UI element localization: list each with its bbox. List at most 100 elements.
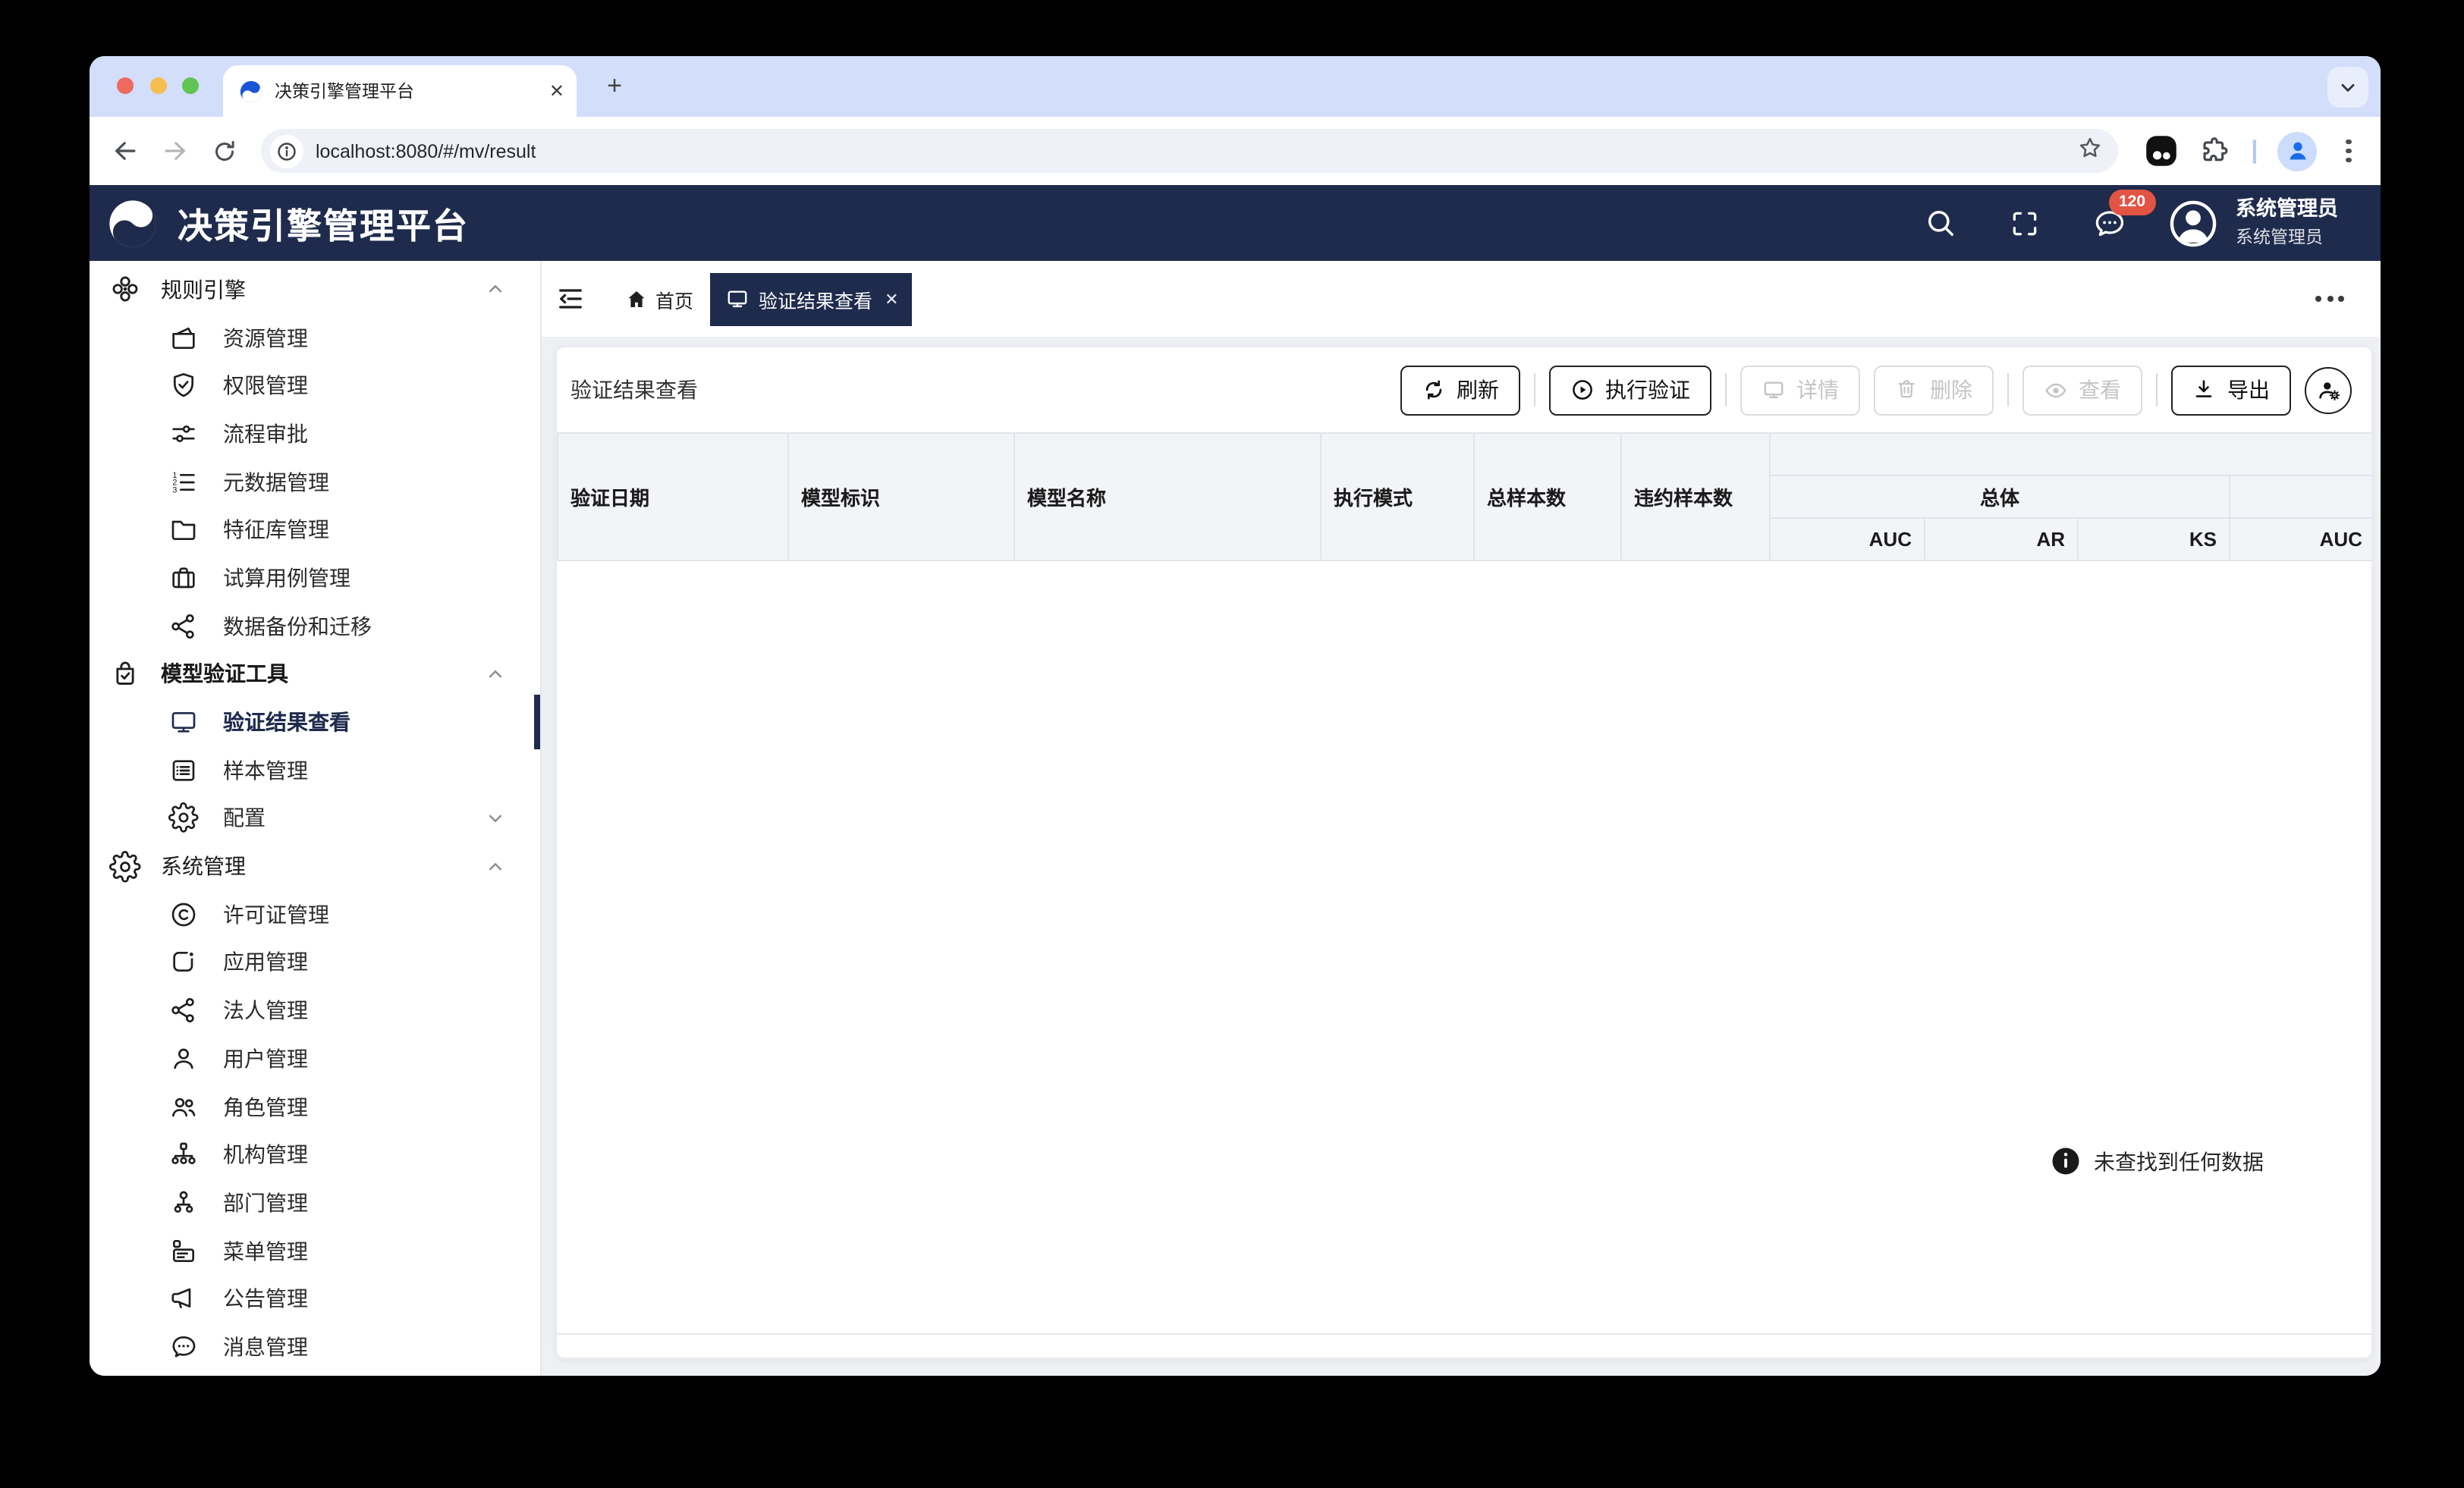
- button-divider: [2156, 373, 2158, 407]
- close-tab-icon[interactable]: ✕: [885, 289, 898, 309]
- breadcrumb-home[interactable]: 首页: [625, 284, 693, 313]
- reload-icon[interactable]: [205, 131, 244, 171]
- user-info[interactable]: 系统管理员 系统管理员: [2236, 197, 2338, 250]
- active-tab-label: 验证结果查看: [759, 284, 872, 313]
- tab-close-icon[interactable]: ✕: [549, 80, 564, 102]
- new-tab-button[interactable]: +: [596, 68, 633, 105]
- sidebar-item-1-0[interactable]: 验证结果查看: [90, 698, 540, 746]
- chevron-up-icon[interactable]: [484, 855, 507, 877]
- collapse-sidebar-icon[interactable]: [555, 284, 586, 314]
- url-text: localhost:8080/#/mv/result: [316, 140, 2077, 162]
- browser-toolbar: localhost:8080/#/mv/result: [90, 117, 2381, 185]
- org-tree-icon: [168, 1139, 199, 1169]
- sidebar-item-0-6[interactable]: 数据备份和迁移: [90, 602, 540, 650]
- gear-icon: [168, 803, 199, 833]
- sidebar-item-2-8[interactable]: 公告管理: [90, 1275, 540, 1323]
- extension-shortcut-icon[interactable]: [2142, 132, 2180, 170]
- col-header-total-samples[interactable]: 总样本数: [1474, 433, 1621, 560]
- extensions-puzzle-icon[interactable]: [2198, 134, 2232, 168]
- user-settings-button[interactable]: [2305, 366, 2352, 413]
- search-icon[interactable]: [1922, 205, 1958, 241]
- empty-state: 未查找到任何数据: [2050, 1145, 2264, 1177]
- bag-check-icon: [109, 658, 141, 690]
- empty-state-text: 未查找到任何数据: [2094, 1146, 2264, 1176]
- col-header-auc[interactable]: AUC: [1770, 518, 1925, 560]
- col-header-default-samples[interactable]: 违约样本数: [1621, 433, 1770, 560]
- svg-text:3: 3: [172, 485, 177, 494]
- browser-menu-icon[interactable]: [2335, 134, 2362, 168]
- sidebar-group-label: 系统管理: [161, 851, 246, 881]
- tab-validation-results[interactable]: 验证结果查看 ✕: [710, 272, 912, 325]
- sidebar-item-0-2[interactable]: 流程审批: [90, 410, 540, 457]
- bookmark-star-icon[interactable]: [2077, 134, 2103, 168]
- sidebar-item-2-2[interactable]: 法人管理: [90, 987, 540, 1034]
- sidebar-group-2[interactable]: 系统管理: [90, 843, 540, 890]
- sidebar-item-2-0[interactable]: 许可证管理: [90, 890, 540, 938]
- col-header-ar[interactable]: AR: [1925, 518, 2078, 560]
- chevron-up-icon[interactable]: [484, 663, 507, 686]
- user-avatar[interactable]: [2167, 198, 2217, 248]
- export-button[interactable]: 导出: [2171, 365, 2291, 415]
- tab-search-button[interactable]: [2327, 67, 2368, 108]
- delete-button[interactable]: 删除: [1874, 365, 1994, 415]
- run-validation-button[interactable]: 执行验证: [1549, 365, 1711, 415]
- panel-toolbar: 验证结果查看 刷新 执行验证: [557, 347, 2371, 432]
- sidebar-item-0-5[interactable]: 试算用例管理: [90, 554, 540, 601]
- sidebar-item-label: 部门管理: [223, 1188, 308, 1218]
- user-gear-icon: [2315, 376, 2342, 403]
- sidebar-item-0-4[interactable]: 特征库管理: [90, 506, 540, 554]
- sidebar-item-1-1[interactable]: 样本管理: [90, 746, 540, 794]
- sidebar-item-0-0[interactable]: 资源管理: [90, 313, 540, 361]
- site-info-icon[interactable]: [270, 134, 303, 168]
- messages-button[interactable]: 120: [2092, 205, 2128, 241]
- app-logo: [106, 196, 159, 250]
- monitor-icon: [168, 707, 199, 737]
- content-panel: 验证结果查看 刷新 执行验证: [555, 346, 2373, 1359]
- col-header-model-id[interactable]: 模型标识: [788, 433, 1014, 560]
- sidebar-item-label: 试算用例管理: [223, 563, 350, 593]
- more-actions-icon[interactable]: [2315, 296, 2344, 302]
- col-header-auc-2[interactable]: AUC: [2230, 518, 2373, 560]
- close-window-button[interactable]: [117, 77, 134, 94]
- detail-button[interactable]: 详情: [1740, 365, 1860, 415]
- gear-icon: [109, 850, 141, 882]
- sidebar-item-2-9[interactable]: 消息管理: [90, 1323, 540, 1370]
- sidebar-item-2-3[interactable]: 用户管理: [90, 1034, 540, 1082]
- minimize-window-button[interactable]: [150, 77, 167, 94]
- col-header-model-name[interactable]: 模型名称: [1014, 433, 1321, 560]
- fullscreen-icon[interactable]: [2007, 205, 2043, 241]
- forward-icon[interactable]: [155, 131, 194, 171]
- menu-card-icon: [168, 1235, 199, 1266]
- main-area: 首页 验证结果查看 ✕ 验证结果查看: [542, 261, 2381, 1376]
- sidebar-item-2-7[interactable]: 菜单管理: [90, 1227, 540, 1275]
- chevron-down-icon[interactable]: [484, 807, 507, 830]
- app-header: 决策引擎管理平台 120 系统管: [90, 185, 2381, 261]
- view-button[interactable]: 查看: [2022, 365, 2142, 415]
- sidebar-item-2-4[interactable]: 角色管理: [90, 1082, 540, 1130]
- refresh-button[interactable]: 刷新: [1400, 365, 1520, 415]
- zoom-window-button[interactable]: [182, 77, 199, 94]
- sidebar-item-label: 机构管理: [223, 1139, 308, 1169]
- sidebar-item-0-3[interactable]: 123元数据管理: [90, 458, 540, 506]
- back-icon[interactable]: [105, 131, 144, 171]
- browser-profile-avatar[interactable]: [2277, 131, 2317, 171]
- info-icon: [2050, 1145, 2082, 1177]
- sidebar-group-label: 模型验证工具: [161, 659, 288, 689]
- sidebar-item-1-2[interactable]: 配置: [90, 794, 540, 842]
- sidebar-item-2-1[interactable]: 应用管理: [90, 938, 540, 986]
- col-header-exec-mode[interactable]: 执行模式: [1321, 433, 1474, 560]
- sidebar-item-0-1[interactable]: 权限管理: [90, 362, 540, 410]
- sidebar-item-label: 应用管理: [223, 947, 308, 978]
- sidebar-item-2-6[interactable]: 部门管理: [90, 1179, 540, 1226]
- sidebar-item-label: 数据备份和迁移: [223, 611, 372, 641]
- sidebar-group-0[interactable]: 规则引擎: [90, 265, 540, 313]
- sidebar-group-1[interactable]: 模型验证工具: [90, 650, 540, 698]
- sidebar-item-2-5[interactable]: 机构管理: [90, 1131, 540, 1179]
- col-header-validation-date[interactable]: 验证日期: [558, 433, 788, 560]
- chevron-up-icon[interactable]: [484, 278, 507, 301]
- browser-tab-active[interactable]: 决策引擎管理平台 ✕: [223, 65, 577, 117]
- horizontal-scrollbar-track[interactable]: [557, 1333, 2371, 1358]
- browser-tab-title: 决策引擎管理平台: [275, 79, 540, 103]
- url-bar[interactable]: localhost:8080/#/mv/result: [261, 129, 2118, 173]
- col-header-ks[interactable]: KS: [2078, 518, 2230, 560]
